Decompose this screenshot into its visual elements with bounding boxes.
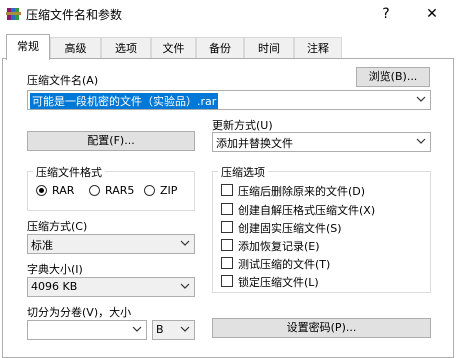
tab-options[interactable]: 选项 (101, 37, 151, 58)
compression-method-label: 压缩方式(C) (27, 220, 88, 233)
split-volumes-size-combo[interactable] (27, 320, 147, 340)
winrar-books-icon (6, 8, 21, 20)
update-mode-value: 添加并替换文件 (216, 137, 293, 150)
tab-advanced[interactable]: 高级 (50, 37, 101, 58)
tab-files[interactable]: 文件 (151, 37, 196, 58)
archive-name-label: 压缩文件名(A) (27, 74, 99, 87)
chevron-down-icon[interactable] (180, 281, 190, 291)
radio-rar5[interactable] (89, 185, 100, 196)
archive-name-value[interactable]: 可能是一段机密的文件（实验品）.rar (30, 93, 219, 109)
split-volumes-unit: B (156, 323, 164, 336)
set-password-button[interactable]: 设置密码(P)... (212, 318, 431, 338)
lock-archive-checkbox[interactable] (221, 275, 233, 287)
help-button[interactable]: ? (364, 0, 408, 28)
sfx-label[interactable]: 创建自解压格式压缩文件(X) (238, 202, 375, 218)
tab-general[interactable]: 常规 (6, 34, 50, 60)
split-volumes-label: 切分为分卷(V)，大小 (27, 306, 132, 319)
compression-method-select[interactable]: 标准 (27, 234, 195, 254)
solid-checkbox[interactable] (221, 221, 233, 233)
chevron-down-icon[interactable] (180, 238, 190, 248)
tab-comment[interactable]: 注释 (294, 37, 342, 58)
sfx-checkbox[interactable] (221, 203, 233, 215)
test-files-checkbox[interactable] (221, 257, 233, 269)
test-files-label[interactable]: 测试压缩的文件(T) (238, 256, 330, 272)
radio-rar[interactable] (36, 185, 47, 196)
recovery-record-checkbox[interactable] (221, 239, 233, 251)
archive-name-combo[interactable]: 可能是一段机密的文件（实验品）.rar (27, 90, 431, 110)
update-mode-select[interactable]: 添加并替换文件 (212, 132, 431, 152)
radio-rar5-label[interactable]: RAR5 (105, 184, 134, 197)
chevron-down-icon[interactable] (416, 94, 426, 104)
solid-label[interactable]: 创建固实压缩文件(S) (238, 220, 342, 236)
profiles-button[interactable]: 配置(F)... (27, 131, 195, 151)
chevron-down-icon[interactable] (132, 324, 142, 334)
radio-rar-label[interactable]: RAR (52, 184, 74, 197)
tab-backup[interactable]: 备份 (196, 37, 244, 58)
archive-options-title: 压缩选项 (218, 164, 268, 180)
dictionary-size-value: 4096 KB (31, 280, 78, 293)
dictionary-size-label: 字典大小(I) (27, 263, 83, 276)
update-mode-label: 更新方式(U) (212, 119, 273, 132)
tab-time[interactable]: 时间 (244, 37, 294, 58)
split-volumes-unit-select[interactable]: B (152, 320, 195, 340)
chevron-down-icon[interactable] (416, 136, 426, 146)
compression-method-value: 标准 (31, 239, 53, 252)
delete-after-checkbox[interactable] (221, 184, 233, 196)
lock-archive-label[interactable]: 锁定压缩文件(L) (238, 274, 319, 290)
recovery-record-label[interactable]: 添加恢复记录(E) (238, 238, 320, 254)
chevron-down-icon[interactable] (180, 324, 190, 334)
close-button[interactable]: ✕ (410, 0, 454, 28)
browse-button[interactable]: 浏览(B)... (356, 67, 430, 87)
radio-zip-label[interactable]: ZIP (160, 184, 177, 197)
window-title: 压缩文件名和参数 (26, 8, 123, 22)
delete-after-label[interactable]: 压缩后删除原来的文件(D) (238, 183, 365, 199)
archive-format-title: 压缩文件格式 (33, 164, 105, 180)
dictionary-size-select[interactable]: 4096 KB (27, 277, 195, 297)
radio-zip[interactable] (144, 185, 155, 196)
